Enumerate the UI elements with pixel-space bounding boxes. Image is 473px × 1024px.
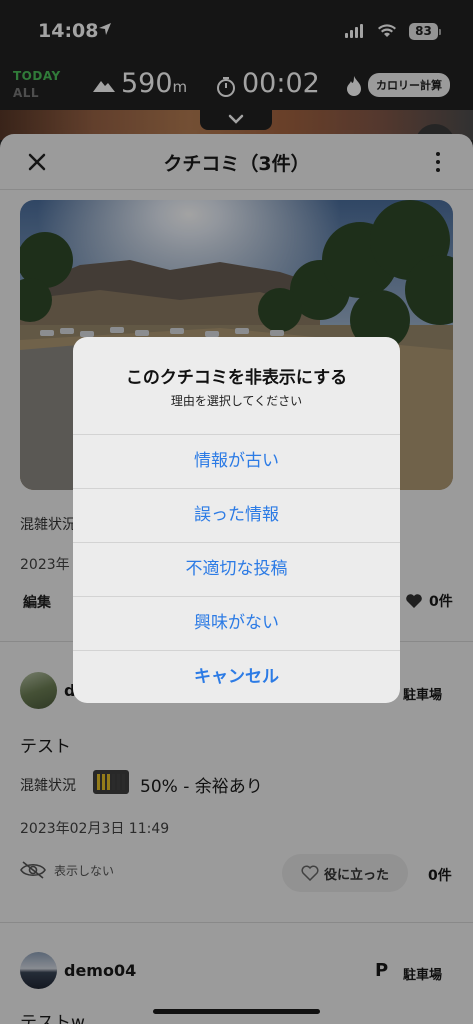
option-inappropriate-post[interactable]: 不適切な投稿 — [73, 542, 400, 595]
dialog-title: このクチコミを非表示にする — [125, 368, 348, 388]
cancel-button[interactable]: キャンセル — [73, 650, 400, 703]
option-wrong-info[interactable]: 誤った情報 — [73, 488, 400, 541]
hide-review-dialog: このクチコミを非表示にする 理由を選択してください 情報が古い 誤った情報 不適… — [73, 337, 400, 703]
option-outdated-info[interactable]: 情報が古い — [73, 434, 400, 487]
dialog-message: 理由を選択してください — [170, 394, 303, 408]
option-not-interested[interactable]: 興味がない — [73, 596, 400, 649]
home-indicator[interactable] — [153, 1009, 320, 1014]
